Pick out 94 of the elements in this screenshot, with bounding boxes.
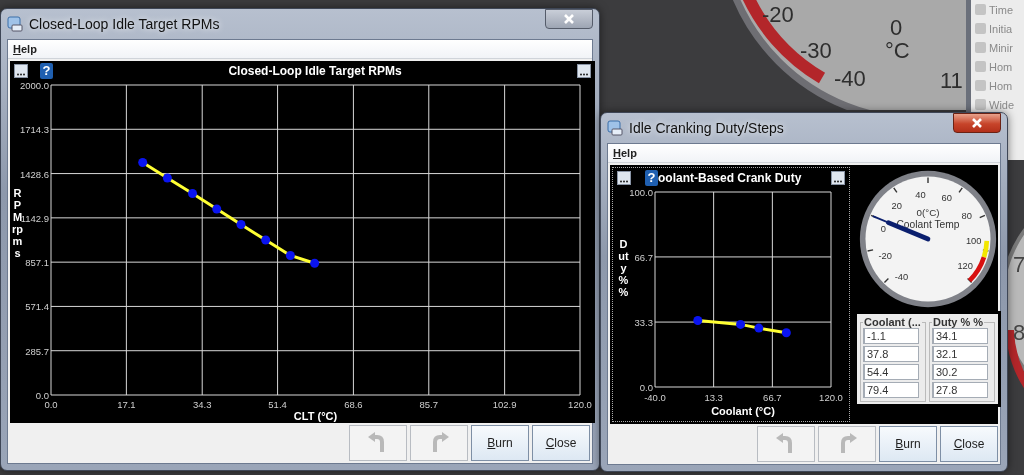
table-cell[interactable]: -1.1 xyxy=(863,328,919,344)
gauge-label: °C xyxy=(885,40,910,62)
dialog-button[interactable]: Burn xyxy=(879,426,937,462)
gauge-label: 0 xyxy=(880,224,886,235)
tick-label: 120.0 xyxy=(819,392,843,403)
tick-label: 66.7 xyxy=(634,251,653,263)
dialog-button[interactable]: Burn xyxy=(471,425,529,461)
dialog-button[interactable]: Close xyxy=(940,426,998,462)
gauge-label: 11 xyxy=(940,70,963,92)
item-icon xyxy=(975,4,986,15)
table-cell[interactable]: 79.4 xyxy=(863,382,919,398)
data-point[interactable] xyxy=(188,189,197,198)
close-icon xyxy=(971,117,983,129)
tick-label: 34.3 xyxy=(192,399,212,410)
tick-label: 68.6 xyxy=(344,399,363,410)
tick-label: 571.4 xyxy=(25,301,49,313)
gauge-label: 60 xyxy=(941,193,952,204)
gauge-label: -40 xyxy=(834,68,866,90)
chart-title: Closed-Loop Idle Target RPMs xyxy=(227,64,403,78)
data-point[interactable] xyxy=(162,173,172,183)
more-icon[interactable] xyxy=(617,171,631,185)
menu-item[interactable]: Help xyxy=(13,43,37,55)
more-icon[interactable] xyxy=(831,171,845,185)
column-header: Coolant (... xyxy=(863,316,922,328)
data-point[interactable] xyxy=(781,328,791,338)
gauge-label: 80 xyxy=(961,210,972,221)
data-point[interactable] xyxy=(285,251,295,260)
gauge-label: -40 xyxy=(894,271,908,282)
tick-label: 120.0 xyxy=(568,399,592,410)
table-cell[interactable]: 34.1 xyxy=(932,328,988,344)
tick-label: 85.7 xyxy=(419,399,439,410)
table-cell[interactable]: 32.1 xyxy=(932,346,988,362)
gauge-label: 8 xyxy=(1013,322,1024,344)
tick-label: 2000.0 xyxy=(19,81,49,91)
dialog-button[interactable]: Close xyxy=(532,425,590,461)
app-icon xyxy=(7,16,23,32)
window-title: Idle Cranking Duty/Steps xyxy=(629,120,785,136)
axis-title: Coolant (°C) xyxy=(711,405,775,417)
gauge-label: -20 xyxy=(762,4,794,26)
axis-title: Duty % % xyxy=(618,238,629,299)
data-point[interactable] xyxy=(736,319,746,329)
help-badge[interactable]: ? xyxy=(40,63,53,79)
gauge-label: 40 xyxy=(914,189,926,200)
table-cell[interactable]: 30.2 xyxy=(932,364,988,380)
tick-label: 285.7 xyxy=(25,345,49,357)
more-icon[interactable] xyxy=(14,64,28,78)
app-icon xyxy=(607,120,623,136)
gauge-label: -20 xyxy=(878,250,892,261)
item-icon xyxy=(975,42,986,53)
close-button[interactable] xyxy=(545,9,593,29)
tick-label: 13.3 xyxy=(704,392,723,403)
tick-label: 17.1 xyxy=(117,399,136,410)
data-point[interactable] xyxy=(754,323,764,333)
tick-label: 51.4 xyxy=(268,399,287,410)
data-point[interactable] xyxy=(693,316,703,325)
data-point[interactable] xyxy=(261,235,271,245)
gauge-label: 120 xyxy=(956,261,973,272)
item-icon xyxy=(975,61,986,72)
tick-label: 0.0 xyxy=(639,382,653,393)
item-icon xyxy=(975,99,986,110)
more-icon[interactable] xyxy=(577,64,591,78)
tick-label: 102.9 xyxy=(492,399,517,410)
tick-label: -40.0 xyxy=(644,392,666,403)
gauge-label: 0 xyxy=(890,17,903,39)
tick-label: 857.1 xyxy=(25,257,49,269)
menu-item[interactable]: Help xyxy=(613,147,637,159)
gauge-label: 7 xyxy=(1013,254,1024,276)
table-cell[interactable]: 54.4 xyxy=(863,364,919,380)
item-icon xyxy=(975,80,986,91)
data-point[interactable] xyxy=(212,204,222,214)
axis-title: CLT (°C) xyxy=(293,410,338,422)
tick-label: 33.3 xyxy=(634,317,653,329)
tick-label: 1714.3 xyxy=(19,124,49,136)
tick-label: 0.0 xyxy=(44,399,58,410)
data-point[interactable] xyxy=(310,258,320,268)
gauge-label: 100 xyxy=(965,236,981,247)
tick-label: 66.7 xyxy=(763,392,782,403)
window-title: Closed-Loop Idle Target RPMs xyxy=(29,16,221,32)
table-cell[interactable]: 37.8 xyxy=(863,346,919,362)
gauge-reading: 0(°C) xyxy=(916,206,939,218)
tick-label: 0.0 xyxy=(35,390,49,401)
table-cell[interactable]: 27.8 xyxy=(932,382,988,398)
close-icon xyxy=(563,13,575,25)
tick-label: 100.0 xyxy=(629,188,653,198)
item-icon xyxy=(975,23,986,34)
close-button[interactable] xyxy=(953,113,1001,133)
data-point[interactable] xyxy=(236,220,246,229)
chart-title: oolant-Based Crank Duty xyxy=(658,171,802,185)
column-header: Duty % % xyxy=(932,316,985,328)
gauge-label: 20 xyxy=(891,201,902,212)
help-badge[interactable]: ? xyxy=(645,170,658,186)
data-point[interactable] xyxy=(138,158,148,167)
gauge-label: -30 xyxy=(800,40,832,62)
tick-label: 1428.6 xyxy=(19,168,49,180)
